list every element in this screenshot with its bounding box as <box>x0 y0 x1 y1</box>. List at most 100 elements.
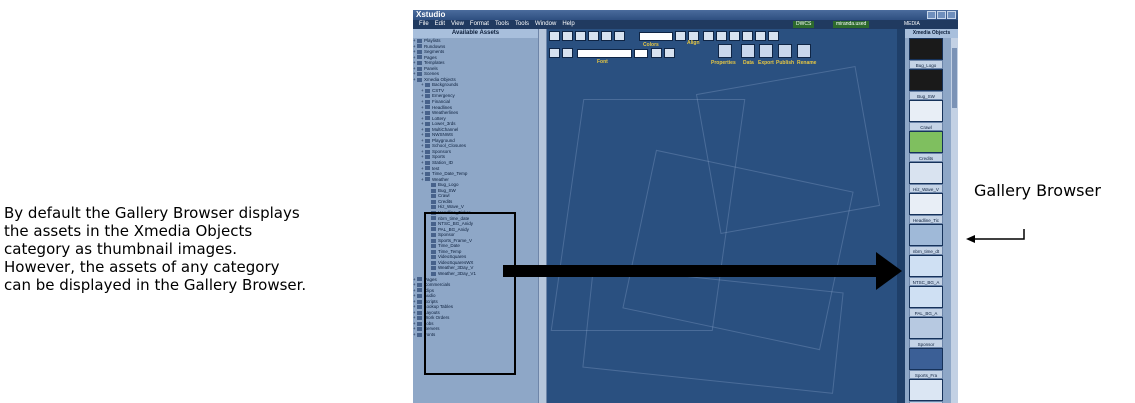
maximize-button[interactable] <box>937 11 946 19</box>
toolbar-button[interactable] <box>549 48 560 58</box>
toolbar: Colors Align Font Properties Data Export… <box>547 29 897 79</box>
thumbnail-label: Sports_Fra <box>909 370 943 379</box>
menu-item[interactable]: Tools <box>495 20 509 29</box>
folder-icon <box>425 149 430 154</box>
thumbnail-image <box>909 38 943 60</box>
align-button[interactable] <box>768 31 779 41</box>
tree-item-label: Playlists <box>424 38 441 43</box>
toolbar-button[interactable] <box>651 48 662 58</box>
tree-item-label: Playground <box>432 137 455 143</box>
menu-item[interactable]: Edit <box>435 20 445 29</box>
folder-icon <box>417 288 422 293</box>
gallery-thumbnail[interactable]: Crawl <box>909 100 943 131</box>
gallery-thumbnail[interactable]: Headline_Tic <box>909 193 943 224</box>
gallery-scrollbar[interactable] <box>951 38 958 403</box>
callout-line: category as thumbnail images. <box>4 240 237 258</box>
menu-item[interactable]: Tools <box>515 20 529 29</box>
folder-icon <box>425 133 430 138</box>
align-button[interactable] <box>755 31 766 41</box>
toolbar-button[interactable] <box>601 31 612 41</box>
folder-icon <box>417 327 422 332</box>
color-dropdown[interactable] <box>639 32 673 41</box>
tree-item-label: Weather <box>432 176 449 182</box>
tree-item-label: Sponsors <box>432 148 452 154</box>
toolbar-button[interactable] <box>664 48 675 58</box>
panel-splitter[interactable] <box>538 29 547 403</box>
thumbnail-label: Hiz_Wave_V <box>909 184 943 193</box>
publish-button[interactable] <box>778 44 792 58</box>
thumbnail-label: nbrn_time_dt <box>909 246 943 255</box>
properties-button[interactable] <box>718 44 732 58</box>
data-button[interactable] <box>741 44 755 58</box>
toolbar-button[interactable] <box>588 31 599 41</box>
gallery-thumbnail[interactable]: Bug_SW <box>909 69 943 100</box>
folder-icon <box>425 177 430 182</box>
tree-item-label: Time_Date_Temp <box>432 171 468 177</box>
folder-icon <box>425 88 430 93</box>
thumbnail-image <box>909 379 943 401</box>
font-size-select[interactable] <box>634 49 648 58</box>
export-label: Export <box>758 60 774 66</box>
tree-item-label: CSTV <box>432 87 445 93</box>
callout-text: By default the Gallery Browser displays … <box>4 204 404 294</box>
object-icon <box>431 205 436 210</box>
align-button[interactable] <box>716 31 727 41</box>
design-canvas[interactable]: Colors Align Font Properties Data Export… <box>547 29 897 403</box>
toolbar-button[interactable] <box>575 31 586 41</box>
folder-icon <box>417 321 422 326</box>
tree-item-label: Bug_SW <box>438 187 456 193</box>
folder-icon <box>425 171 430 176</box>
thumbnail-label: Crawl <box>909 122 943 131</box>
thumbnail-image <box>909 317 943 339</box>
tree-item-label: Backgrounds <box>432 82 459 88</box>
menu-item[interactable]: Help <box>562 20 574 29</box>
folder-icon <box>425 144 430 149</box>
tree-item-label: Rundowns <box>424 43 446 49</box>
export-button[interactable] <box>759 44 773 58</box>
folder-icon <box>425 83 430 88</box>
gallery-thumbnail[interactable]: NTSC_BG_A <box>909 255 943 286</box>
toolbar-button[interactable] <box>562 31 573 41</box>
menu-item[interactable]: File <box>419 20 429 29</box>
menu-item[interactable]: View <box>451 20 464 29</box>
minimize-button[interactable] <box>927 11 936 19</box>
object-icon <box>431 194 436 199</box>
tree-item-label: School_Closures <box>432 143 467 149</box>
tree-item-label: Lower_3rds <box>432 121 456 127</box>
toolbar-button[interactable] <box>549 31 560 41</box>
object-icon <box>431 183 436 188</box>
tree-highlight-box <box>424 212 516 375</box>
gallery-thumbnail[interactable]: Sports_Fra <box>909 348 943 379</box>
folder-icon <box>417 38 422 43</box>
thumbnail-image <box>909 69 943 91</box>
align-button[interactable] <box>729 31 740 41</box>
rename-label: Rename <box>797 60 817 66</box>
rename-button[interactable] <box>797 44 811 58</box>
gallery-thumbnail[interactable]: Sponsor <box>909 317 943 348</box>
folder-icon <box>425 94 430 99</box>
gallery-thumbnail[interactable]: nbrn_time_dt <box>909 224 943 255</box>
folder-icon <box>417 332 422 337</box>
menu-item[interactable]: Format <box>470 20 489 29</box>
toolbar-button[interactable] <box>562 48 573 58</box>
menu-item[interactable]: Window <box>535 20 556 29</box>
thumbnail-image <box>909 224 943 246</box>
folder-icon <box>417 277 422 282</box>
close-button[interactable] <box>947 11 956 19</box>
gallery-thumbnail[interactable]: Hiz_Wave_V <box>909 162 943 193</box>
tree-item-label: NWSNWS <box>432 132 453 138</box>
gallery-thumbnail[interactable]: Time_Date <box>909 379 943 403</box>
align-button[interactable] <box>703 31 714 41</box>
align-button[interactable] <box>742 31 753 41</box>
toolbar-button[interactable] <box>675 31 686 41</box>
thumbnail-label: Sponsor <box>909 339 943 348</box>
folder-icon <box>425 99 430 104</box>
callout-line: the assets in the Xmedia Objects <box>4 222 253 240</box>
gallery-thumbnail[interactable]: Bug_Logo <box>909 38 943 69</box>
gallery-thumbnail[interactable]: Credits <box>909 131 943 162</box>
toolbar-button[interactable] <box>614 31 625 41</box>
window-controls <box>927 11 956 19</box>
gallery-thumbnail[interactable]: PAL_BG_A <box>909 286 943 317</box>
gallery-scroll-thumb[interactable] <box>952 48 957 108</box>
font-select[interactable] <box>577 49 632 58</box>
